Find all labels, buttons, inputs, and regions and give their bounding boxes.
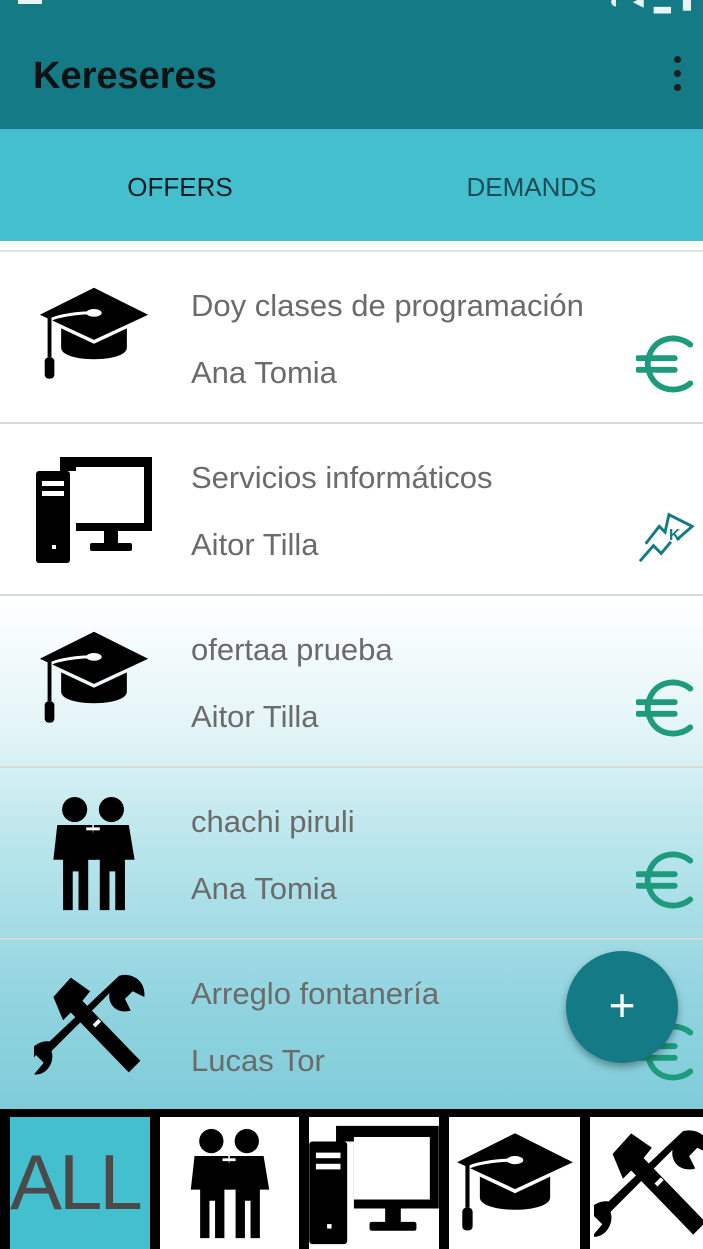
tab-offers[interactable]: OFFERS <box>0 129 360 241</box>
category-people-button[interactable] <box>160 1117 299 1249</box>
euro-icon <box>636 676 698 740</box>
euro-icon <box>636 848 698 912</box>
category-education-button[interactable] <box>449 1117 580 1249</box>
graduation-cap-icon <box>34 280 154 396</box>
overflow-menu-icon[interactable] <box>665 54 689 94</box>
category-filter-bar: ALL <box>0 1109 703 1249</box>
app-title: Kereseres <box>33 55 217 97</box>
notification-icon <box>18 0 42 4</box>
app-bar: Kereseres <box>0 16 703 129</box>
item-author: Ana Tomia <box>191 355 337 390</box>
two-people-icon <box>174 1119 286 1249</box>
euro-icon <box>636 332 698 396</box>
list-item[interactable]: ofertaa prueba Aitor Tilla <box>0 596 703 768</box>
tab-demands[interactable]: DEMANDS <box>360 129 703 241</box>
item-title: Doy clases de programación <box>191 288 584 323</box>
list-item[interactable]: Servicios informáticos Aitor Tilla <box>0 424 703 596</box>
two-people-icon <box>34 796 154 912</box>
desktop-computer-icon <box>34 452 154 568</box>
item-author: Aitor Tilla <box>191 527 319 562</box>
desktop-computer-icon <box>309 1123 439 1247</box>
item-author: Ana Tomia <box>191 871 337 906</box>
list-item[interactable]: chachi piruli Ana Tomia <box>0 768 703 940</box>
graduation-cap-icon <box>34 624 154 740</box>
graduation-cap-icon <box>451 1125 579 1249</box>
category-all-label: ALL <box>10 1138 143 1226</box>
item-title: Arreglo fontanería <box>191 976 440 1011</box>
tab-bar: OFFERS DEMANDS <box>0 129 703 370</box>
status-icons: ◐ ◂ ▂ ▮ <box>609 0 695 13</box>
list-item[interactable]: Doy clases de programación Ana Tomia <box>0 252 703 424</box>
k-flag-icon <box>636 504 698 568</box>
add-offer-button[interactable]: + <box>566 951 678 1063</box>
hammer-wrench-icon <box>594 1123 703 1247</box>
category-tools-button[interactable] <box>590 1117 703 1249</box>
item-author: Lucas Tor <box>191 1043 325 1078</box>
category-computer-button[interactable] <box>309 1117 439 1249</box>
category-all-button[interactable]: ALL <box>10 1117 150 1249</box>
hammer-wrench-icon <box>34 968 154 1084</box>
item-title: chachi piruli <box>191 804 355 839</box>
status-bar: ◐ ◂ ▂ ▮ <box>0 0 703 16</box>
item-title: Servicios informáticos <box>191 460 493 495</box>
item-author: Aitor Tilla <box>191 699 319 734</box>
item-title: ofertaa prueba <box>191 632 393 667</box>
